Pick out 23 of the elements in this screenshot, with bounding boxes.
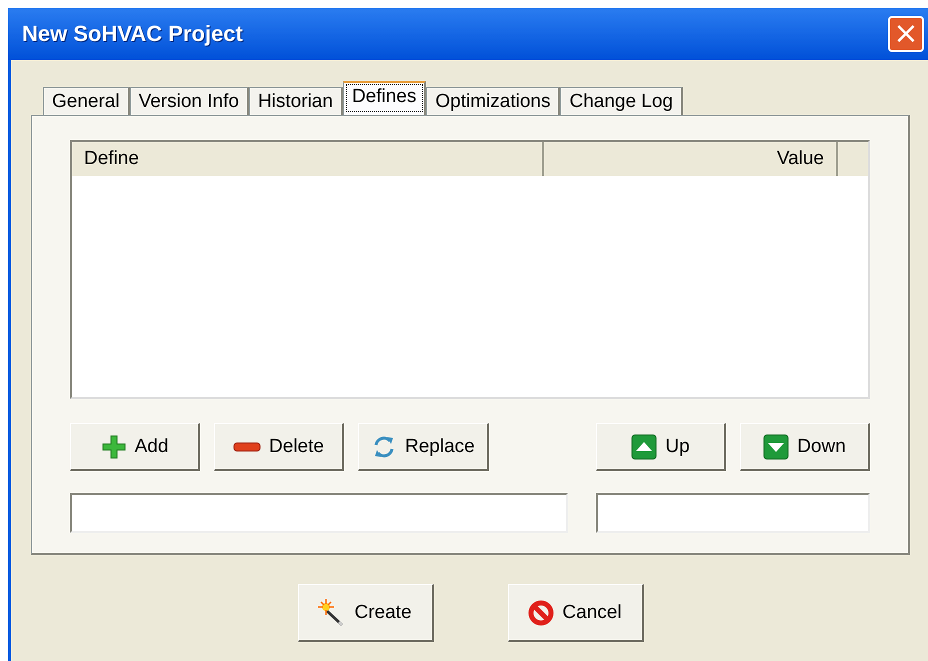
value-input-field[interactable] bbox=[596, 493, 870, 533]
cancel-button[interactable]: Cancel bbox=[508, 584, 644, 642]
column-header[interactable]: Value bbox=[544, 142, 838, 176]
close-button[interactable]: × bbox=[888, 16, 924, 52]
tab[interactable]: Version Info bbox=[130, 87, 249, 115]
plus-icon bbox=[100, 434, 127, 460]
replace-button[interactable]: Replace bbox=[358, 423, 489, 471]
tab[interactable]: Historian bbox=[248, 87, 343, 115]
create-button[interactable]: Create bbox=[298, 584, 434, 642]
delete-button[interactable]: Delete bbox=[214, 423, 344, 471]
tab[interactable]: Change Log bbox=[560, 87, 684, 115]
minus-icon bbox=[233, 442, 262, 452]
tab[interactable]: General bbox=[43, 87, 130, 115]
defines-list[interactable]: Define Value bbox=[70, 140, 870, 399]
tab[interactable]: Defines bbox=[342, 81, 426, 115]
no-entry-icon bbox=[528, 600, 554, 626]
move-down-button[interactable]: Down bbox=[740, 423, 870, 471]
move-up-button[interactable]: Up bbox=[596, 423, 726, 471]
define-input-field[interactable] bbox=[70, 493, 568, 533]
column-header[interactable]: Define bbox=[72, 142, 544, 176]
tab[interactable]: Optimizations bbox=[426, 87, 560, 115]
window-title: New SoHVAC Project bbox=[22, 21, 243, 47]
add-button[interactable]: Add bbox=[70, 423, 200, 471]
